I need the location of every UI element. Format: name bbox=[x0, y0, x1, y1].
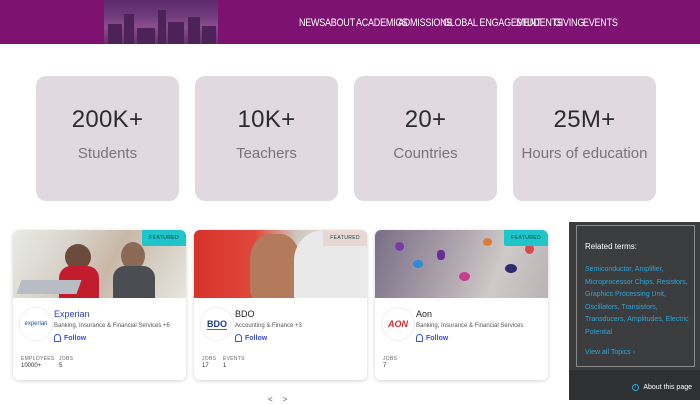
meta-label: JOBS bbox=[383, 356, 398, 362]
featured-badge: FEATURED bbox=[323, 230, 367, 246]
meta-value: 17 bbox=[202, 363, 209, 369]
follow-button[interactable]: Follow bbox=[235, 334, 267, 342]
stat-value: 20+ bbox=[404, 106, 447, 133]
featured-badge: FEATURED bbox=[504, 230, 548, 246]
info-icon: i bbox=[632, 384, 640, 391]
logo-text: AON bbox=[388, 319, 408, 329]
stat-card-students: 200K+ Students bbox=[36, 76, 179, 201]
related-terms-title: Related terms: bbox=[585, 242, 638, 251]
related-terms-links[interactable]: Semiconductor, Amplifier, Microprocessor… bbox=[585, 264, 697, 339]
view-all-topics-link[interactable]: View all Topics › bbox=[585, 349, 635, 356]
bell-icon bbox=[235, 334, 242, 342]
related-terms-panel: Related terms: Semiconductor, Amplifier,… bbox=[569, 222, 700, 370]
meta-value: 10000+ bbox=[21, 363, 42, 369]
stat-card-teachers: 10K+ Teachers bbox=[195, 76, 338, 201]
company-industry: Banking, Insurance & Financial Services bbox=[416, 323, 524, 329]
meta-value: 7 bbox=[383, 363, 387, 369]
about-this-page-link[interactable]: i About this page bbox=[632, 384, 692, 391]
about-page-bar: i About this page bbox=[569, 370, 700, 400]
stat-value: 25M+ bbox=[553, 106, 616, 133]
stat-label: Hours of education bbox=[521, 145, 648, 162]
stat-card-hours: 25M+ Hours of education bbox=[513, 76, 656, 201]
follow-button[interactable]: Follow bbox=[416, 334, 448, 342]
follow-label: Follow bbox=[64, 334, 87, 342]
related-terms-box: Related terms: Semiconductor, Amplifier,… bbox=[576, 225, 695, 367]
stat-card-countries: 20+ Countries bbox=[354, 76, 497, 201]
stat-value: 200K+ bbox=[71, 106, 144, 133]
stat-label: Teachers bbox=[236, 145, 297, 162]
nav-events[interactable]: EVENTS bbox=[583, 17, 618, 29]
company-card-bdo[interactable]: FEATURED BDO BDO Accounting & Finance +3… bbox=[194, 230, 367, 380]
meta-value: 5 bbox=[59, 363, 63, 369]
company-card-aon[interactable]: FEATURED AON Aon Banking, Insurance & Fi… bbox=[375, 230, 548, 380]
chevron-right-icon: › bbox=[632, 349, 635, 356]
company-name[interactable]: Experian bbox=[54, 309, 90, 319]
bell-icon bbox=[54, 334, 61, 342]
company-industry: Banking, Insurance & Financial Services … bbox=[54, 323, 170, 329]
featured-badge: FEATURED bbox=[142, 230, 186, 246]
nav-about[interactable]: ABOUT bbox=[325, 17, 355, 29]
logo-text: BDO bbox=[207, 318, 227, 330]
follow-label: Follow bbox=[426, 334, 449, 342]
view-all-label: View all Topics bbox=[585, 349, 631, 356]
stat-value: 10K+ bbox=[237, 106, 296, 133]
nav-giving[interactable]: GIVING bbox=[554, 17, 584, 29]
meta-label: JOBS bbox=[202, 356, 217, 362]
follow-button[interactable]: Follow bbox=[54, 334, 86, 342]
company-name[interactable]: Aon bbox=[416, 309, 432, 319]
meta-label: JOBS bbox=[59, 356, 74, 362]
top-navigation-bar: NEWS ABOUT ACADEMICS ADMISSIONS GLOBAL E… bbox=[0, 0, 700, 44]
company-industry: Accounting & Finance +3 bbox=[235, 323, 302, 329]
stat-label: Students bbox=[77, 145, 138, 162]
experian-logo: experian bbox=[19, 307, 53, 341]
meta-label: EVENTS bbox=[223, 356, 245, 362]
bell-icon bbox=[416, 334, 423, 342]
meta-value: 1 bbox=[223, 363, 227, 369]
aon-logo: AON bbox=[381, 307, 415, 341]
stat-label: Countries bbox=[393, 145, 458, 162]
meta-label: EMPLOYEES bbox=[21, 356, 55, 362]
stats-section: 200K+ Students 10K+ Teachers 20+ Countri… bbox=[36, 76, 656, 201]
company-card-experian[interactable]: FEATURED experian Experian Banking, Insu… bbox=[13, 230, 186, 380]
follow-label: Follow bbox=[245, 334, 268, 342]
about-label: About this page bbox=[643, 384, 692, 391]
bdo-logo: BDO bbox=[200, 307, 234, 341]
banner-image bbox=[104, 0, 218, 44]
company-name[interactable]: BDO bbox=[235, 309, 255, 319]
logo-text: experian bbox=[24, 321, 48, 327]
nav-news[interactable]: NEWS bbox=[299, 17, 325, 29]
main-nav: NEWS ABOUT ACADEMICS ADMISSIONS GLOBAL E… bbox=[299, 13, 618, 31]
